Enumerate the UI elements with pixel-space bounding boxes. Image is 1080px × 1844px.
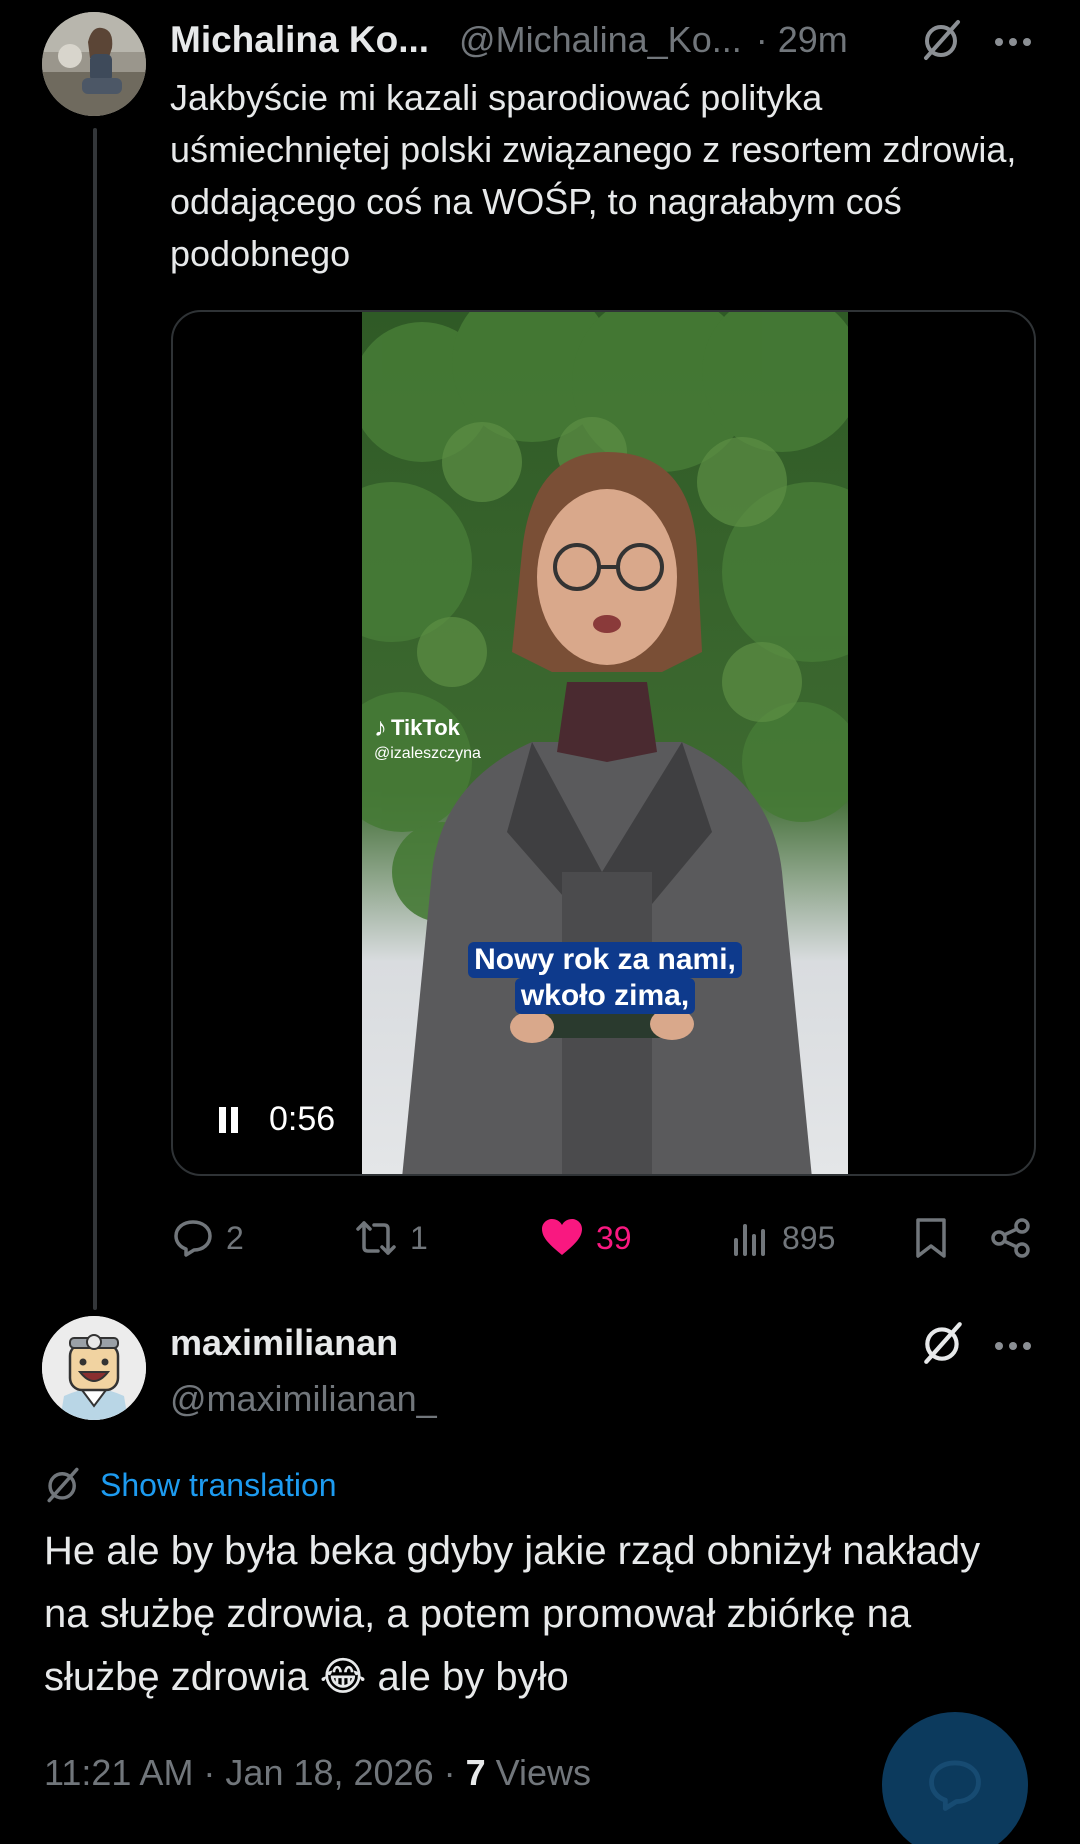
reply-author-handle[interactable]: @maximilianan_ [170, 1378, 437, 1420]
author-name[interactable]: Michalina Ko... [170, 19, 429, 61]
caption-line-1: Nowy rok za nami, [468, 942, 742, 978]
video-duration: 0:56 [269, 1100, 336, 1138]
tweet-header: Michalina Ko... @Michalina_Ko... · 29m [170, 16, 1040, 64]
tweet-time[interactable]: · 29m [756, 19, 848, 61]
show-translation-link[interactable]: Show translation [44, 1466, 337, 1504]
grok-icon[interactable] [920, 1320, 966, 1371]
reply-timestamp[interactable]: 11:21 AM · Jan 18, 2026 · [44, 1752, 466, 1793]
video-caption: Nowy rok za nami, wkoło zima, [362, 942, 848, 1014]
grok-icon[interactable] [920, 18, 964, 67]
reply-header: maximilianan @maximilianan_ [170, 1322, 437, 1420]
reply-views-label: Views [495, 1752, 592, 1793]
heart-icon [542, 1219, 582, 1255]
video-media[interactable]: ♪ TikTok @izaleszczyna Nowy rok za nami,… [171, 310, 1036, 1176]
show-translation-label[interactable]: Show translation [100, 1467, 337, 1504]
like-button[interactable]: 39 [540, 1210, 632, 1266]
tiktok-label: TikTok [391, 714, 460, 740]
tiktok-handle: @izaleszczyna [374, 745, 481, 762]
thread-line [93, 128, 97, 1310]
author-avatar[interactable] [42, 12, 146, 116]
tweet-text: Jakbyście mi kazali sparodiować polityka… [170, 77, 1017, 274]
reply-views-count: 7 [465, 1752, 486, 1793]
repost-button[interactable]: 1 [354, 1210, 428, 1266]
more-options-icon[interactable] [993, 22, 1033, 67]
reply-author-avatar[interactable] [42, 1316, 146, 1420]
video-frame[interactable]: ♪ TikTok @izaleszczyna Nowy rok za nami,… [362, 312, 848, 1174]
compose-reply-button[interactable] [882, 1712, 1028, 1844]
reply-icon [174, 1220, 212, 1257]
caption-line-2: wkoło zima, [514, 978, 696, 1014]
reply-text: He ale by była beka gdyby jakie rząd obn… [44, 1529, 981, 1699]
author-handle[interactable]: @Michalina_Ko... [459, 19, 742, 61]
bookmark-icon [916, 1218, 946, 1258]
grok-translate-icon [47, 1467, 79, 1503]
tiktok-watermark: ♪ TikTok @izaleszczyna [374, 712, 481, 763]
reply-count: 2 [226, 1219, 244, 1256]
more-options-icon[interactable] [993, 1326, 1033, 1371]
reply-author-name[interactable]: maximilianan [170, 1322, 437, 1364]
bookmark-button[interactable] [912, 1210, 962, 1266]
views-button[interactable]: 895 [730, 1210, 835, 1266]
tweet-actions: 2 1 39 895 [172, 1210, 1042, 1266]
share-icon [991, 1218, 1030, 1258]
share-button[interactable] [990, 1210, 1044, 1266]
view-count: 895 [782, 1219, 836, 1256]
reply-meta: 11:21 AM · Jan 18, 2026 · 7 Views [44, 1752, 591, 1794]
pause-icon[interactable] [217, 1106, 241, 1133]
reply-compose-icon [929, 1760, 981, 1811]
repost-count: 1 [410, 1219, 428, 1256]
playback-control[interactable]: 0:56 [217, 1100, 335, 1139]
reply-button[interactable]: 2 [172, 1210, 244, 1266]
repost-icon [356, 1221, 396, 1255]
like-count: 39 [596, 1219, 632, 1256]
tiktok-icon: ♪ [374, 712, 387, 742]
analytics-icon [734, 1224, 765, 1256]
